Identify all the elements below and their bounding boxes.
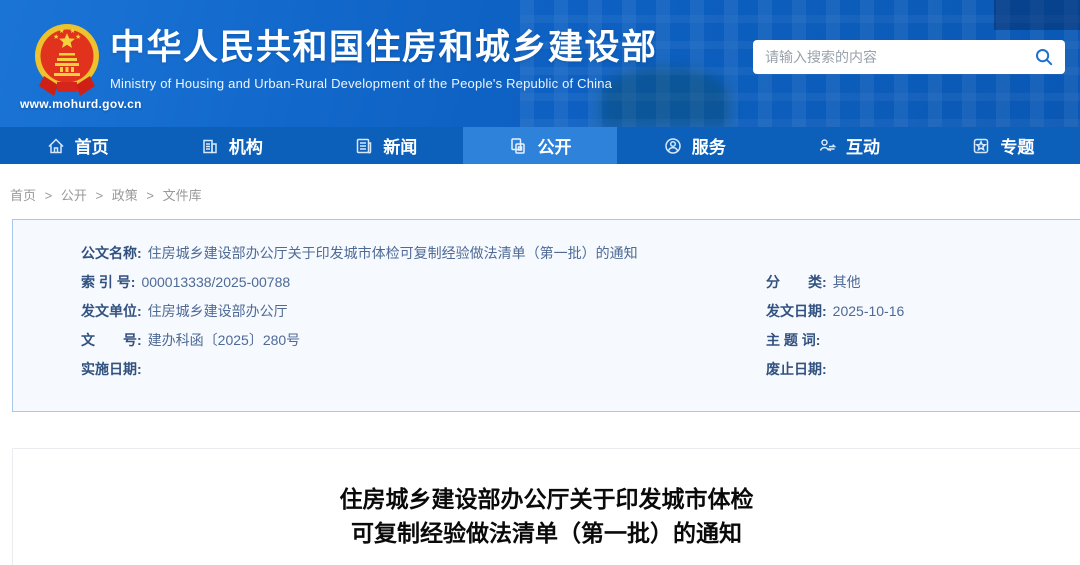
- meta-label-effective-date: 实施日期:: [81, 361, 142, 377]
- nav-label: 服务: [691, 138, 726, 157]
- breadcrumb-document-library[interactable]: 文件库: [163, 188, 202, 203]
- nav-item-topics[interactable]: 专题: [926, 127, 1080, 164]
- meta-label-repeal-date: 废止日期:: [766, 361, 827, 377]
- interaction-icon: [819, 138, 837, 151]
- document-metadata-box: 公文名称: 住房城乡建设部办公厅关于印发城市体检可复制经验做法清单（第一批）的通…: [12, 219, 1080, 412]
- nav-label: 专题: [1000, 138, 1035, 157]
- meta-row-document-name: 公文名称: 住房城乡建设部办公厅关于印发城市体检可复制经验做法清单（第一批）的通…: [81, 239, 1080, 268]
- search-icon: [1036, 49, 1053, 66]
- article-title-line2: 可复制经验做法清单（第一批）的通知: [351, 520, 742, 546]
- main-navigation: 首页 机构 新闻 公开 服务 互动 专题: [0, 127, 1080, 164]
- nav-item-disclosure[interactable]: 公开: [462, 127, 618, 164]
- meta-label-keywords: 主 题 词:: [766, 332, 821, 348]
- nav-item-home[interactable]: 首页: [0, 127, 154, 164]
- site-header: ★ ★ ★ ★ www.mohurd.gov.cn 中华人民共和国住房和城乡建设…: [0, 0, 1080, 127]
- nav-item-interaction[interactable]: 互动: [771, 127, 925, 164]
- nav-item-organization[interactable]: 机构: [154, 127, 308, 164]
- meta-row-effective-repeal: 实施日期: 废止日期:: [81, 355, 1080, 384]
- meta-row-issuer-date: 发文单位: 住房城乡建设部办公厅 发文日期: 2025-10-16: [81, 297, 1080, 326]
- breadcrumb-separator: >: [95, 188, 104, 203]
- meta-value-document-number: 建办科函〔2025〕280号: [147, 332, 301, 348]
- svg-text:★: ★: [75, 33, 81, 41]
- breadcrumb-separator: >: [146, 188, 154, 203]
- meta-row-docnumber-keywords: 文 号: 建办科函〔2025〕280号 主 题 词:: [81, 326, 1080, 355]
- meta-label-document-number: 文 号:: [81, 332, 142, 348]
- header-dark-corner-decoration: [994, 0, 1080, 30]
- search-input[interactable]: [765, 49, 1033, 65]
- nav-label: 机构: [228, 138, 263, 157]
- site-url: www.mohurd.gov.cn: [20, 97, 142, 111]
- meta-label-document-name: 公文名称:: [81, 245, 142, 261]
- breadcrumb-disclosure[interactable]: 公开: [61, 188, 87, 203]
- meta-value-document-name: 住房城乡建设部办公厅关于印发城市体检可复制经验做法清单（第一批）的通知: [147, 245, 638, 261]
- disclosure-icon: [511, 137, 526, 154]
- nav-item-service[interactable]: 服务: [617, 127, 771, 164]
- national-emblem-logo: ★ ★ ★ ★: [35, 24, 99, 96]
- meta-value-issuing-unit: 住房城乡建设部办公厅: [147, 303, 288, 319]
- breadcrumb: 首页 > 公开 > 政策 > 文件库: [10, 185, 1080, 204]
- article-content-box: 住房城乡建设部办公厅关于印发城市体检 可复制经验做法清单（第一批）的通知: [12, 448, 1080, 565]
- nav-label: 新闻: [383, 138, 418, 157]
- nav-label: 互动: [846, 138, 881, 157]
- article-title-line1: 住房城乡建设部办公厅关于印发城市体检: [339, 486, 754, 512]
- meta-label-issue-date: 发文日期:: [766, 303, 827, 319]
- home-icon: [48, 137, 64, 153]
- meta-value-index-number: 000013338/2025-00788: [141, 274, 291, 290]
- meta-value-category: 其他: [832, 274, 861, 290]
- service-icon: [665, 137, 681, 154]
- news-icon: [356, 138, 372, 153]
- site-subtitle-english: Ministry of Housing and Urban-Rural Deve…: [110, 76, 613, 91]
- meta-label-issuing-unit: 发文单位:: [81, 303, 142, 319]
- meta-value-issue-date: 2025-10-16: [832, 303, 905, 319]
- breadcrumb-policy[interactable]: 政策: [112, 188, 138, 203]
- meta-label-index-number: 索 引 号:: [81, 274, 136, 290]
- meta-label-category: 分 类:: [766, 274, 827, 290]
- svg-text:★: ★: [59, 27, 65, 35]
- meta-row-index-category: 索 引 号: 000013338/2025-00788 分 类: 其他: [81, 268, 1080, 297]
- topics-icon: [974, 138, 989, 153]
- search-box: [753, 40, 1065, 74]
- breadcrumb-separator: >: [44, 188, 53, 203]
- nav-item-news[interactable]: 新闻: [309, 127, 463, 164]
- site-title: 中华人民共和国住房和城乡建设部: [110, 28, 658, 67]
- nav-label: 首页: [74, 138, 109, 157]
- breadcrumb-home[interactable]: 首页: [10, 188, 36, 203]
- search-button[interactable]: [1033, 46, 1055, 68]
- organization-icon: [203, 139, 217, 153]
- nav-label: 公开: [537, 138, 572, 157]
